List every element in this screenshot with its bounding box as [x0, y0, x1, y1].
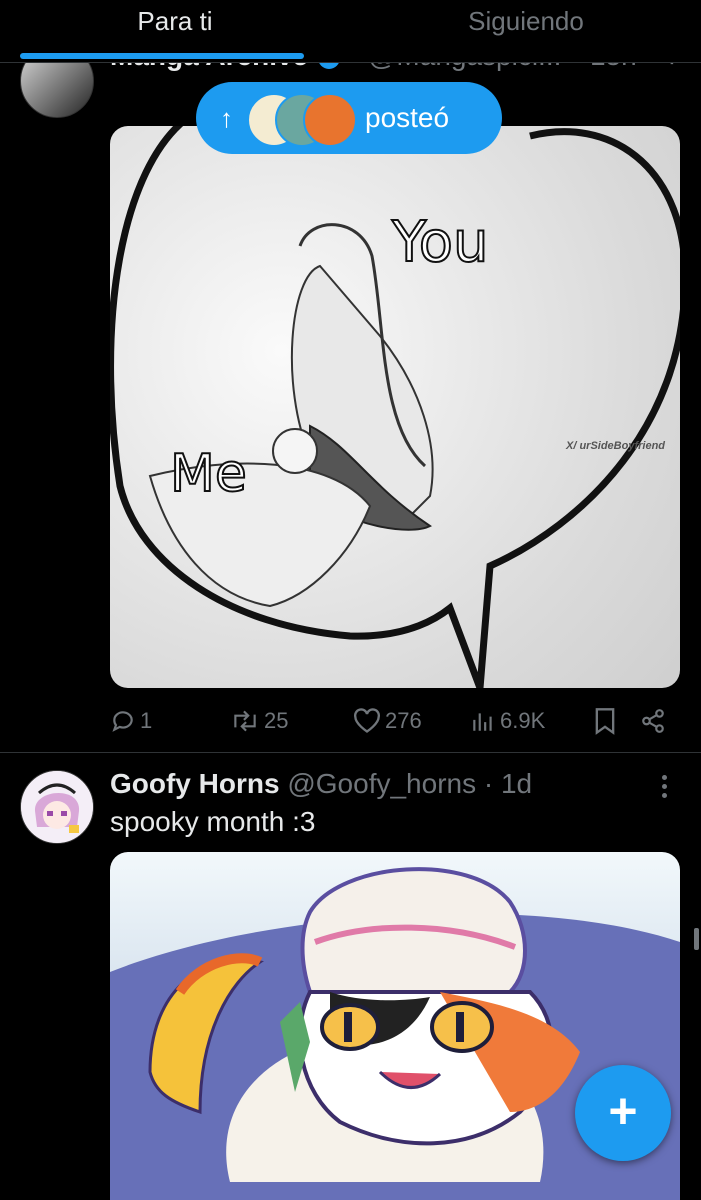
like-button[interactable]: 276 — [353, 702, 422, 740]
tweet-author-handle[interactable]: @Goofy_horns — [287, 768, 476, 799]
timeline-tabs: Para ti Siguiendo — [0, 0, 701, 63]
image-watermark: X/ urSideBoyfriend — [566, 440, 666, 452]
heart-icon — [354, 708, 380, 733]
view-count: 6.9K — [500, 708, 546, 733]
active-tab-indicator — [20, 53, 304, 59]
like-count: 276 — [385, 708, 422, 733]
pill-avatar — [303, 93, 357, 147]
bookmark-icon — [595, 708, 615, 735]
bookmark-button[interactable] — [593, 702, 621, 740]
scrollbar-thumb[interactable] — [694, 928, 699, 950]
tweet-media-image[interactable]: You Me X/ urSideBoyfriend — [110, 126, 680, 688]
reply-button[interactable]: 1 — [110, 702, 152, 740]
reply-count: 1 — [140, 708, 153, 733]
tab-following[interactable]: Siguiendo — [351, 0, 701, 62]
meme-label-top: You — [391, 209, 490, 276]
more-options-icon[interactable] — [654, 772, 674, 802]
time-separator: · — [483, 768, 494, 799]
pill-avatars — [247, 91, 357, 147]
avatar-drawing — [21, 771, 93, 843]
tweet-author-name[interactable]: Goofy Horns — [110, 768, 280, 799]
tweet-action-bar: 1 25 276 6.9K — [110, 702, 680, 740]
new-posts-pill[interactable]: ↑ posteó — [196, 82, 502, 154]
tweet-header: Goofy Horns @Goofy_horns · 1d — [110, 768, 532, 800]
meme-label-bottom: Me — [169, 443, 248, 505]
repost-count: 25 — [264, 708, 289, 733]
tweet-time[interactable]: 1d — [501, 768, 532, 799]
share-icon — [642, 709, 664, 733]
views-button[interactable]: 6.9K — [470, 702, 545, 740]
pill-label: posteó — [365, 102, 450, 133]
repost-button[interactable]: 25 — [230, 702, 288, 740]
tweet-divider — [0, 752, 701, 753]
views-chart-icon — [473, 713, 492, 731]
arrow-up-icon: ↑ — [220, 102, 233, 133]
compose-post-button[interactable]: + — [575, 1065, 671, 1161]
tweet-author-avatar[interactable] — [20, 770, 94, 844]
tweet-text: spooky month :3 — [110, 806, 316, 837]
reply-icon — [112, 711, 133, 732]
share-button[interactable] — [640, 702, 670, 740]
repost-icon — [234, 710, 256, 732]
